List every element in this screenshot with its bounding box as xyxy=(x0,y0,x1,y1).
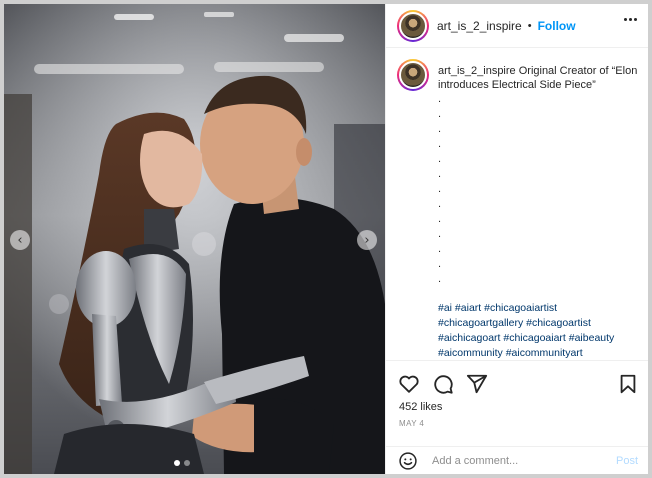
caption-avatar[interactable] xyxy=(397,59,429,91)
bookmark-icon[interactable] xyxy=(617,373,639,395)
header-separator: • xyxy=(527,19,532,32)
caption-dot-line: . xyxy=(438,258,442,270)
caption-dot-line: . xyxy=(438,138,442,150)
caption-dot-line: . xyxy=(438,123,442,135)
post-photo xyxy=(4,4,385,474)
caption-dot-line: . xyxy=(438,183,442,195)
carousel-dot xyxy=(174,460,180,466)
heart-icon[interactable] xyxy=(398,373,420,395)
caption-dot-line: . xyxy=(438,228,442,240)
caption-body: art_is_2_inspire Original Creator of “El… xyxy=(438,64,638,359)
caption-hashtags[interactable]: #ai #aiart #chicagoaiartist #chicagoartg… xyxy=(438,301,638,359)
post-side-panel: art_is_2_inspire • Follow art_is_2_inspi… xyxy=(385,4,648,474)
header-username-link[interactable]: art_is_2_inspire xyxy=(437,19,522,33)
more-horizontal-icon[interactable] xyxy=(624,18,637,21)
caption-text: art_is_2_inspire Original Creator of “El… xyxy=(438,64,638,92)
action-row xyxy=(398,373,488,395)
caption-username-link[interactable]: art_is_2_inspire xyxy=(438,65,516,77)
caption-dot-line: . xyxy=(438,108,442,120)
next-slide-button[interactable]: › xyxy=(357,230,377,250)
share-icon[interactable] xyxy=(466,373,488,395)
follow-button[interactable]: Follow xyxy=(538,19,576,33)
comment-icon[interactable] xyxy=(432,373,454,395)
post-comment-button[interactable]: Post xyxy=(616,455,638,467)
post-date[interactable]: MAY 4 xyxy=(399,419,424,428)
carousel-dot xyxy=(184,460,190,466)
likes-count[interactable]: 452 likes xyxy=(399,401,442,413)
post-actions: 452 likes MAY 4 xyxy=(386,360,648,446)
previous-slide-button[interactable]: ‹ xyxy=(10,230,30,250)
caption-section[interactable]: art_is_2_inspire Original Creator of “El… xyxy=(386,49,648,359)
caption-dot-line: . xyxy=(438,153,442,165)
post-header: art_is_2_inspire • Follow xyxy=(386,4,648,48)
caption-dot-line: . xyxy=(438,243,442,255)
comment-input[interactable] xyxy=(432,454,602,467)
post-media[interactable]: ‹ › xyxy=(4,4,385,474)
caption-dot-lines: ............. xyxy=(438,92,638,287)
carousel-indicator xyxy=(174,460,190,466)
caption-dot-line: . xyxy=(438,213,442,225)
post-dialog: ‹ › art_is_2_inspire • Follow art_is_2_i… xyxy=(0,0,652,478)
avatar[interactable] xyxy=(397,9,429,42)
caption-dot-line: . xyxy=(438,93,442,105)
emoji-icon[interactable] xyxy=(398,451,418,471)
caption-dot-line: . xyxy=(438,273,442,285)
caption-dot-line: . xyxy=(438,168,442,180)
caption-dot-line: . xyxy=(438,198,442,210)
comment-bar: Post xyxy=(386,446,648,474)
